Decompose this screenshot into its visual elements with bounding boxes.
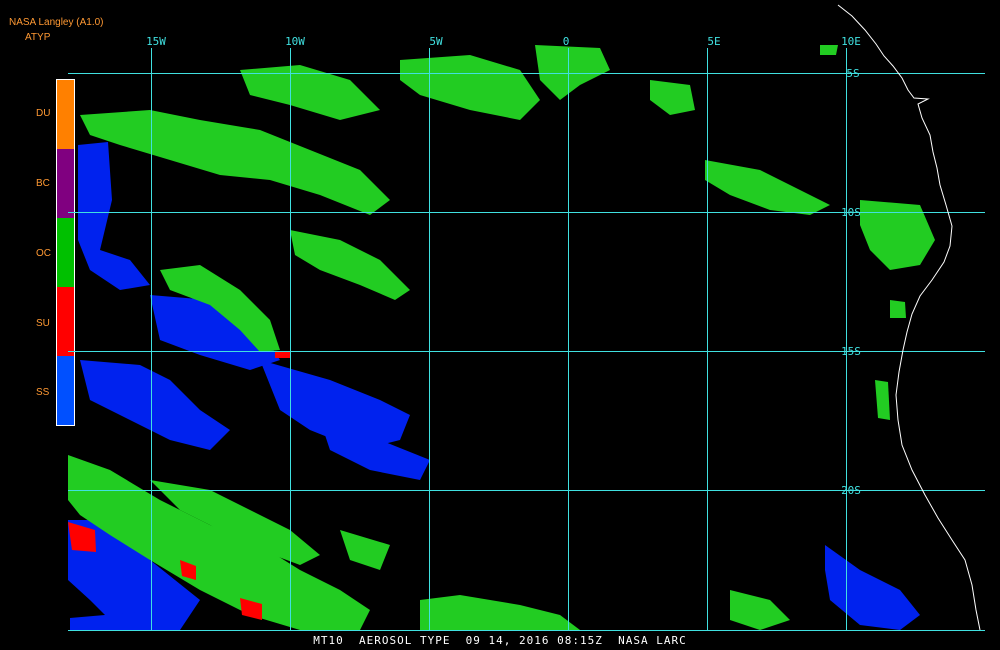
lon-label-10e: 10E bbox=[841, 35, 861, 48]
lat-label-10s: 10S bbox=[841, 206, 861, 219]
lon-label-5e: 5E bbox=[707, 35, 720, 48]
lat-label-5s: 5S bbox=[846, 67, 859, 80]
lon-label-10w: 10W bbox=[285, 35, 305, 48]
lon-label-15w: 15W bbox=[146, 35, 166, 48]
lon-labels: 15W 10W 5W 0 5E 10E bbox=[146, 35, 861, 48]
africa-coastline bbox=[837, 4, 981, 631]
map-canvas: 15W 10W 5W 0 5E 10E 5S 10S 15S 20S bbox=[68, 4, 985, 631]
lat-label-20s: 20S bbox=[841, 484, 861, 497]
product-footer: MT10 AEROSOL TYPE 09 14, 2016 08:15Z NAS… bbox=[313, 634, 687, 647]
lon-label-5w: 5W bbox=[429, 35, 443, 48]
lat-label-15s: 15S bbox=[841, 345, 861, 358]
lon-label-0: 0 bbox=[563, 35, 570, 48]
lat-labels: 5S 10S 15S 20S bbox=[841, 67, 861, 497]
